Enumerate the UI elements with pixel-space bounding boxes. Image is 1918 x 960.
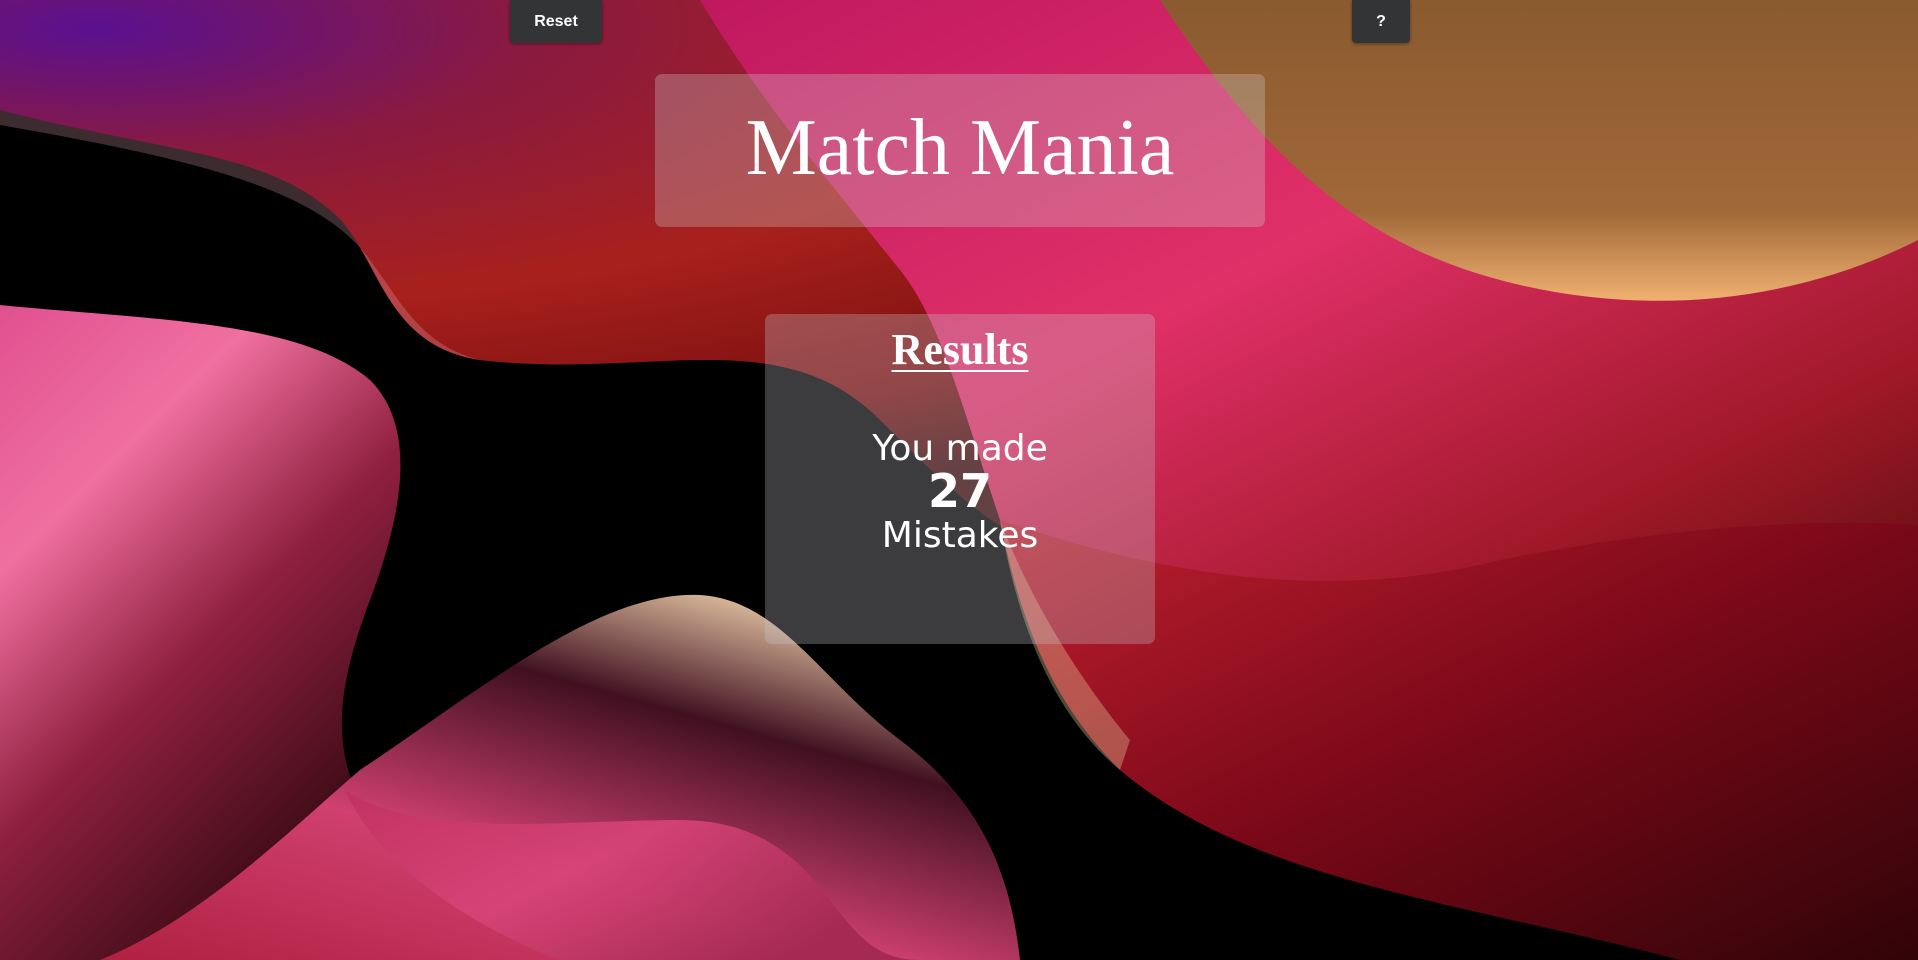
help-button[interactable]: ? <box>1352 0 1410 43</box>
results-panel: Results You made 27 Mistakes <box>765 314 1155 644</box>
mistake-count: 27 <box>927 464 992 519</box>
game-title: Match Mania <box>745 103 1175 192</box>
results-prefix-text: You made <box>872 427 1048 469</box>
results-heading: Results <box>891 325 1029 374</box>
results-suffix-text: Mistakes <box>881 515 1039 557</box>
title-panel: Match Mania <box>655 74 1265 227</box>
reset-button[interactable]: Reset <box>510 0 602 43</box>
